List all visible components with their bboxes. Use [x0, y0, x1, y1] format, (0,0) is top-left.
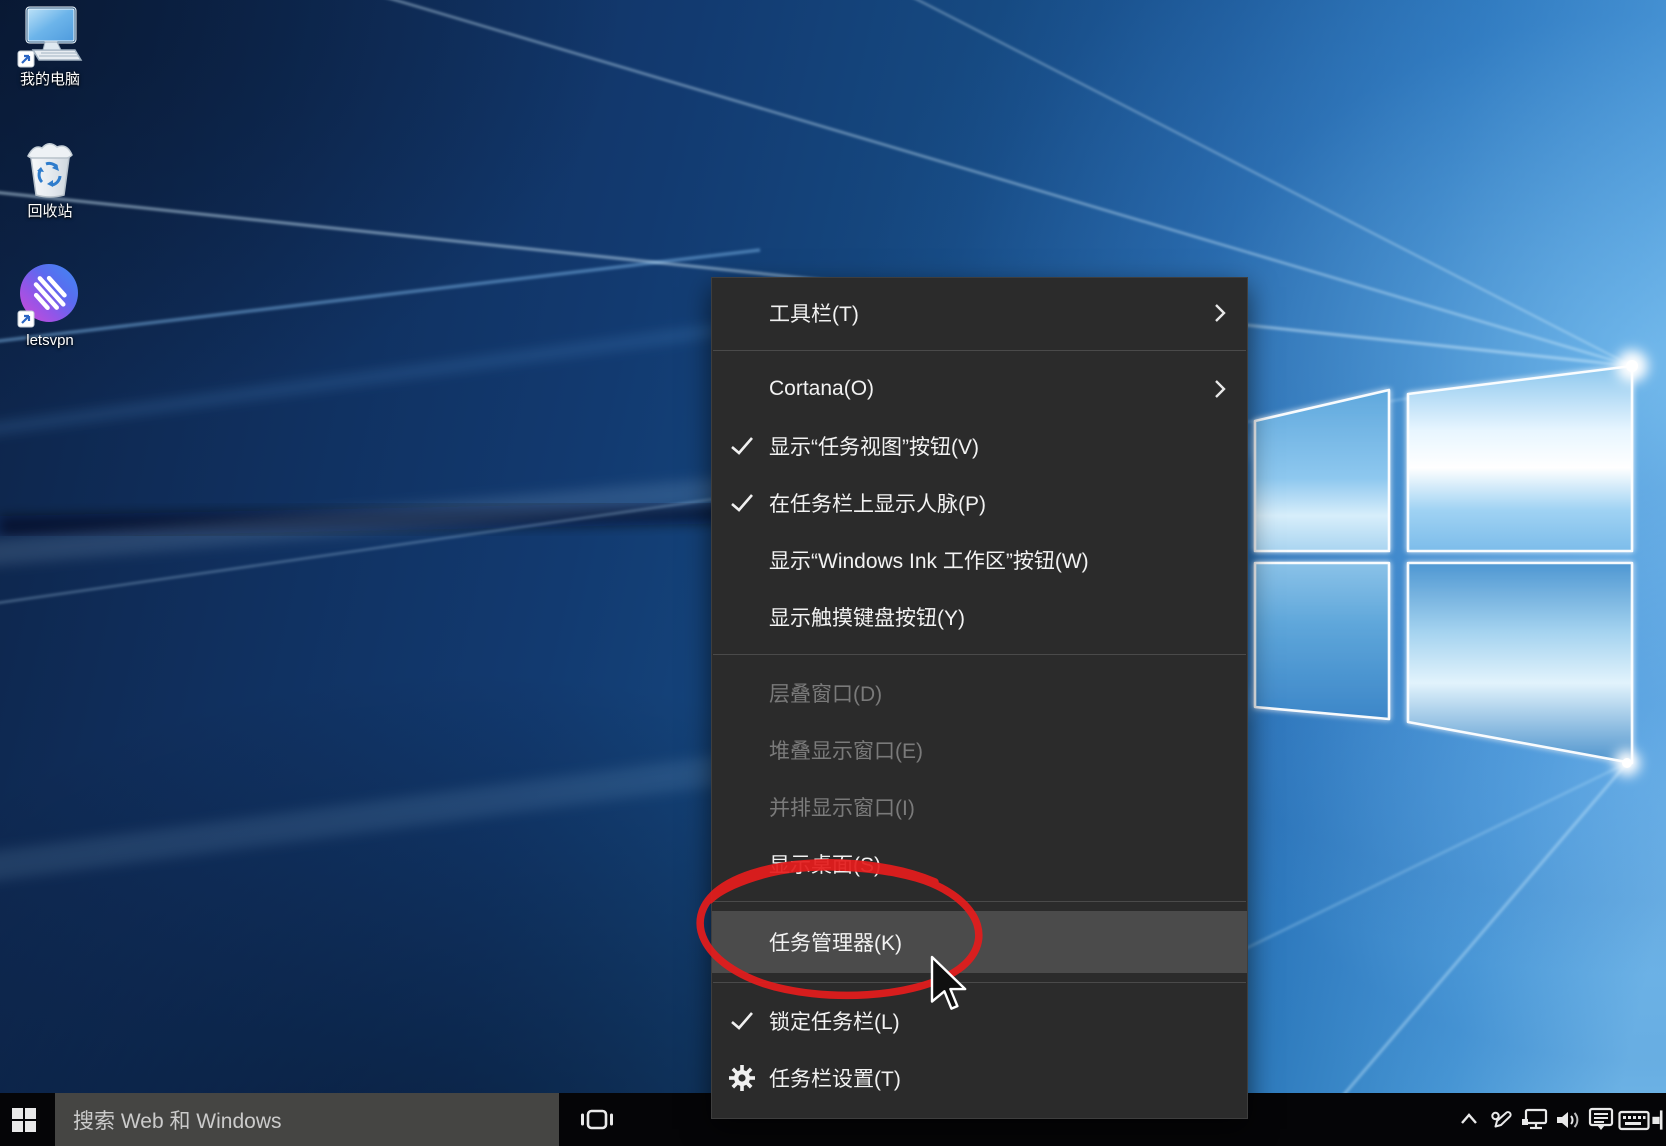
menu-item-stack-windows: 堆叠显示窗口(E) — [712, 721, 1247, 778]
desktop-icon-my-computer[interactable]: 我的电脑 — [8, 6, 92, 88]
menu-item-side-by-side-windows: 并排显示窗口(I) — [712, 778, 1247, 835]
menu-item-label: 工具栏(T) — [769, 298, 859, 328]
gear-icon — [728, 1064, 756, 1092]
taskbar-search-input[interactable]: 搜索 Web 和 Windows — [55, 1093, 559, 1146]
desktop-icon-label: 我的电脑 — [8, 71, 92, 88]
menu-item-label: Cortana(O) — [769, 377, 874, 401]
action-center-tray-button[interactable] — [1584, 1093, 1617, 1146]
menu-item-label: 任务栏设置(T) — [769, 1063, 901, 1093]
volume-icon — [1554, 1108, 1582, 1132]
menu-item-show-people-on-taskbar[interactable]: 在任务栏上显示人脉(P) — [712, 474, 1247, 531]
menu-item-label: 锁定任务栏(L) — [769, 1006, 900, 1036]
start-button[interactable] — [0, 1093, 48, 1146]
menu-item-label: 任务管理器(K) — [769, 927, 902, 957]
shortcut-arrow-icon — [18, 311, 34, 327]
checkmark-icon — [728, 1009, 756, 1033]
pen-icon — [1489, 1108, 1515, 1132]
volume-tray-button[interactable] — [1551, 1093, 1584, 1146]
show-hidden-icons-button[interactable] — [1452, 1093, 1485, 1146]
search-placeholder: 搜索 Web 和 Windows — [73, 1105, 282, 1135]
menu-item-label: 显示桌面(S) — [769, 849, 881, 879]
ime-icon-partial — [1650, 1105, 1666, 1135]
windows-start-icon — [12, 1108, 36, 1132]
menu-item-label: 显示“Windows Ink 工作区”按钮(W) — [769, 545, 1089, 575]
action-center-icon — [1588, 1107, 1614, 1133]
menu-separator — [713, 350, 1246, 351]
menu-item-label: 显示触摸键盘按钮(Y) — [769, 602, 965, 632]
menu-item-task-manager[interactable]: 任务管理器(K) — [712, 911, 1247, 973]
chevron-right-icon — [1213, 377, 1227, 401]
taskbar-context-menu: 工具栏(T) Cortana(O) 显示“任务视图”按钮(V) 在任务栏上显示人… — [711, 277, 1248, 1119]
chevron-up-icon — [1458, 1110, 1480, 1130]
checkmark-icon — [728, 434, 756, 458]
checkmark-icon — [728, 491, 756, 515]
my-computer-icon — [17, 6, 83, 68]
task-view-icon — [579, 1105, 615, 1135]
windows-desktop: 我的电脑 回收站 — [0, 0, 1666, 1146]
menu-item-cascade-windows: 层叠窗口(D) — [712, 664, 1247, 721]
menu-item-show-windows-ink-workspace-button[interactable]: 显示“Windows Ink 工作区”按钮(W) — [712, 531, 1247, 588]
desktop-icon-label: 回收站 — [8, 203, 92, 220]
menu-item-cortana[interactable]: Cortana(O) — [712, 360, 1247, 417]
system-tray — [1452, 1093, 1666, 1146]
menu-item-show-touch-keyboard-button[interactable]: 显示触摸键盘按钮(Y) — [712, 588, 1247, 645]
menu-item-label: 层叠窗口(D) — [769, 678, 882, 708]
recycle-bin-icon — [19, 140, 81, 200]
ime-indicator-button[interactable] — [1650, 1093, 1666, 1146]
network-tray-button[interactable] — [1518, 1093, 1551, 1146]
shortcut-arrow-icon — [18, 51, 34, 67]
menu-item-show-task-view-button[interactable]: 显示“任务视图”按钮(V) — [712, 417, 1247, 474]
desktop-icon-label: letsvpn — [8, 332, 92, 349]
touch-keyboard-tray-button[interactable] — [1617, 1093, 1650, 1146]
wired-network-icon — [1521, 1107, 1549, 1133]
windows-logo-panes — [1255, 350, 1648, 776]
menu-item-lock-taskbar[interactable]: 锁定任务栏(L) — [712, 992, 1247, 1049]
menu-item-show-desktop[interactable]: 显示桌面(S) — [712, 835, 1247, 892]
menu-item-label: 显示“任务视图”按钮(V) — [769, 431, 979, 461]
menu-item-label: 堆叠显示窗口(E) — [769, 735, 923, 765]
menu-separator — [713, 654, 1246, 655]
letsvpn-icon — [17, 263, 83, 329]
menu-separator — [713, 982, 1246, 983]
menu-item-label: 并排显示窗口(I) — [769, 792, 915, 822]
menu-item-toolbars[interactable]: 工具栏(T) — [712, 284, 1247, 341]
windows-ink-tray-button[interactable] — [1485, 1093, 1518, 1146]
desktop-icon-letsvpn[interactable]: letsvpn — [8, 263, 92, 349]
menu-item-label: 在任务栏上显示人脉(P) — [769, 488, 986, 518]
desktop-icon-recycle-bin[interactable]: 回收站 — [8, 140, 92, 220]
menu-item-taskbar-settings[interactable]: 任务栏设置(T) — [712, 1049, 1247, 1106]
touch-keyboard-icon — [1618, 1108, 1650, 1132]
chevron-right-icon — [1213, 301, 1227, 325]
task-view-button[interactable] — [576, 1093, 618, 1146]
menu-separator — [713, 901, 1246, 902]
